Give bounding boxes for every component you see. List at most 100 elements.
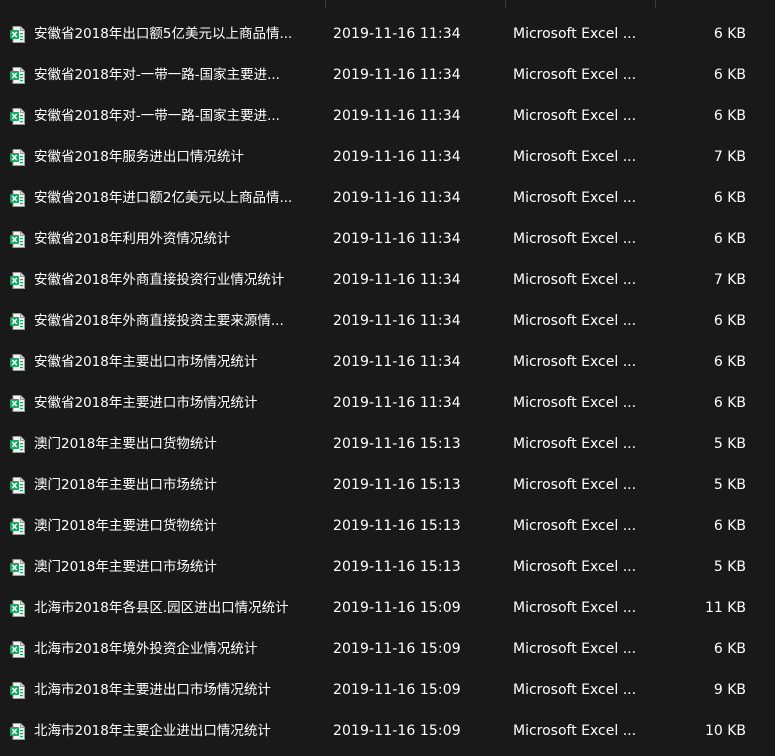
file-row[interactable]: 北海市2018年主要进出口市场情况统计 2019-11-16 15:09 Micro… <box>0 670 775 711</box>
file-size: 11 KB <box>704 600 746 616</box>
file-size: 10 KB <box>704 723 746 739</box>
file-name[interactable]: 澳门2018年主要进口货物统计 <box>34 506 322 547</box>
excel-file-icon <box>10 354 25 371</box>
file-modified-date: 2019-11-16 15:13 <box>333 518 461 534</box>
excel-file-icon <box>10 395 25 412</box>
file-name[interactable]: 安徽省2018年外商直接投资主要来源情... <box>34 301 322 342</box>
file-modified-date: 2019-11-16 15:09 <box>333 641 461 657</box>
file-type: Microsoft Excel ... <box>513 313 637 329</box>
excel-file-icon <box>10 231 25 248</box>
file-row[interactable]: 澳门2018年主要出口市场统计 2019-11-16 15:13 Microsoft… <box>0 465 775 506</box>
excel-file-icon <box>10 67 25 84</box>
file-name[interactable]: 北海市2018年主要企业进出口情况统计 <box>34 711 322 752</box>
column-divider-type[interactable] <box>655 0 656 8</box>
file-size: 5 KB <box>713 477 746 493</box>
file-modified-date: 2019-11-16 15:09 <box>333 682 461 698</box>
file-modified-date: 2019-11-16 11:34 <box>333 190 461 206</box>
excel-file-icon <box>10 600 25 617</box>
excel-file-icon <box>10 190 25 207</box>
file-size: 6 KB <box>713 108 746 124</box>
file-row[interactable]: 北海市2018年各县区.园区进出口情况统计 2019-11-16 15:09 Mic… <box>0 588 775 629</box>
file-row[interactable]: 安徽省2018年对-一带一路-国家主要进... 2019-11-16 11:34 M… <box>0 96 775 137</box>
excel-file-icon <box>10 559 25 576</box>
file-row[interactable]: 安徽省2018年对-一带一路-国家主要进... 2019-11-16 11:34 M… <box>0 55 775 96</box>
file-size: 6 KB <box>713 231 746 247</box>
file-modified-date: 2019-11-16 15:13 <box>333 477 461 493</box>
file-size: 5 KB <box>713 436 746 452</box>
file-row[interactable]: 澳门2018年主要进口货物统计 2019-11-16 15:13 Microsoft… <box>0 506 775 547</box>
file-modified-date: 2019-11-16 11:34 <box>333 67 461 83</box>
file-modified-date: 2019-11-16 11:34 <box>333 313 461 329</box>
file-size: 6 KB <box>713 67 746 83</box>
file-size: 9 KB <box>713 682 746 698</box>
file-size: 7 KB <box>713 149 746 165</box>
file-row[interactable]: 安徽省2018年主要进口市场情况统计 2019-11-16 11:34 Micros… <box>0 383 775 424</box>
file-modified-date: 2019-11-16 15:09 <box>333 600 461 616</box>
file-row[interactable]: 北海市2018年主要企业进出口情况统计 2019-11-16 15:09 Micro… <box>0 711 775 752</box>
file-type: Microsoft Excel ... <box>513 682 637 698</box>
file-name[interactable]: 澳门2018年主要进口市场统计 <box>34 547 322 588</box>
file-type: Microsoft Excel ... <box>513 272 637 288</box>
file-row[interactable]: 安徽省2018年外商直接投资主要来源情... 2019-11-16 11:34 Mi… <box>0 301 775 342</box>
file-name[interactable]: 安徽省2018年外商直接投资行业情况统计 <box>34 260 322 301</box>
excel-file-icon <box>10 477 25 494</box>
file-type: Microsoft Excel ... <box>513 149 637 165</box>
file-name[interactable]: 安徽省2018年进口额2亿美元以上商品情... <box>34 178 322 219</box>
file-name[interactable]: 澳门2018年主要出口市场统计 <box>34 465 322 506</box>
file-modified-date: 2019-11-16 15:13 <box>333 436 461 452</box>
file-name[interactable]: 安徽省2018年主要出口市场情况统计 <box>34 342 322 383</box>
file-row[interactable]: 安徽省2018年出口额5亿美元以上商品情... 2019-11-16 11:34 M… <box>0 14 775 55</box>
file-explorer-details-view: 安徽省2018年出口额5亿美元以上商品情... 2019-11-16 11:34 M… <box>0 0 775 756</box>
file-type: Microsoft Excel ... <box>513 436 637 452</box>
file-name[interactable]: 安徽省2018年对-一带一路-国家主要进... <box>34 96 322 137</box>
file-type: Microsoft Excel ... <box>513 190 637 206</box>
file-size: 6 KB <box>713 641 746 657</box>
file-name[interactable]: 北海市2018年主要进出口市场情况统计 <box>34 670 322 711</box>
file-name[interactable]: 安徽省2018年主要进口市场情况统计 <box>34 383 322 424</box>
excel-file-icon <box>10 108 25 125</box>
excel-file-icon <box>10 149 25 166</box>
file-row[interactable]: 安徽省2018年进口额2亿美元以上商品情... 2019-11-16 11:34 M… <box>0 178 775 219</box>
excel-file-icon <box>10 26 25 43</box>
file-size: 6 KB <box>713 190 746 206</box>
file-type: Microsoft Excel ... <box>513 641 637 657</box>
file-name[interactable]: 安徽省2018年对-一带一路-国家主要进... <box>34 55 322 96</box>
file-name[interactable]: 北海市2018年境外投资企业情况统计 <box>34 629 322 670</box>
file-size: 6 KB <box>713 313 746 329</box>
file-modified-date: 2019-11-16 11:34 <box>333 395 461 411</box>
excel-file-icon <box>10 313 25 330</box>
file-row[interactable]: 安徽省2018年利用外资情况统计 2019-11-16 11:34 Microsof… <box>0 219 775 260</box>
file-type: Microsoft Excel ... <box>513 723 637 739</box>
column-divider-name[interactable] <box>325 0 326 8</box>
column-divider-date[interactable] <box>505 0 506 8</box>
file-type: Microsoft Excel ... <box>513 518 637 534</box>
file-row[interactable]: 安徽省2018年主要出口市场情况统计 2019-11-16 11:34 Micros… <box>0 342 775 383</box>
file-size: 6 KB <box>713 395 746 411</box>
file-modified-date: 2019-11-16 11:34 <box>333 231 461 247</box>
file-modified-date: 2019-11-16 11:34 <box>333 354 461 370</box>
file-row[interactable]: 安徽省2018年外商直接投资行业情况统计 2019-11-16 11:34 Micr… <box>0 260 775 301</box>
file-name[interactable]: 安徽省2018年服务进出口情况统计 <box>34 137 322 178</box>
file-modified-date: 2019-11-16 11:34 <box>333 108 461 124</box>
file-size: 5 KB <box>713 559 746 575</box>
file-modified-date: 2019-11-16 15:09 <box>333 723 461 739</box>
file-name[interactable]: 安徽省2018年利用外资情况统计 <box>34 219 322 260</box>
file-row[interactable]: 安徽省2018年服务进出口情况统计 2019-11-16 11:34 Microso… <box>0 137 775 178</box>
file-size: 7 KB <box>713 272 746 288</box>
file-modified-date: 2019-11-16 11:34 <box>333 149 461 165</box>
file-type: Microsoft Excel ... <box>513 559 637 575</box>
file-type: Microsoft Excel ... <box>513 477 637 493</box>
file-list: 安徽省2018年出口额5亿美元以上商品情... 2019-11-16 11:34 M… <box>0 14 775 752</box>
file-row[interactable]: 澳门2018年主要进口市场统计 2019-11-16 15:13 Microsoft… <box>0 547 775 588</box>
file-modified-date: 2019-11-16 11:34 <box>333 272 461 288</box>
file-row[interactable]: 北海市2018年境外投资企业情况统计 2019-11-16 15:09 Micros… <box>0 629 775 670</box>
file-type: Microsoft Excel ... <box>513 108 637 124</box>
file-size: 6 KB <box>713 518 746 534</box>
file-name[interactable]: 北海市2018年各县区.园区进出口情况统计 <box>34 588 322 629</box>
file-name[interactable]: 澳门2018年主要出口货物统计 <box>34 424 322 465</box>
file-type: Microsoft Excel ... <box>513 67 637 83</box>
excel-file-icon <box>10 518 25 535</box>
excel-file-icon <box>10 682 25 699</box>
file-name[interactable]: 安徽省2018年出口额5亿美元以上商品情... <box>34 14 322 55</box>
file-row[interactable]: 澳门2018年主要出口货物统计 2019-11-16 15:13 Microsoft… <box>0 424 775 465</box>
